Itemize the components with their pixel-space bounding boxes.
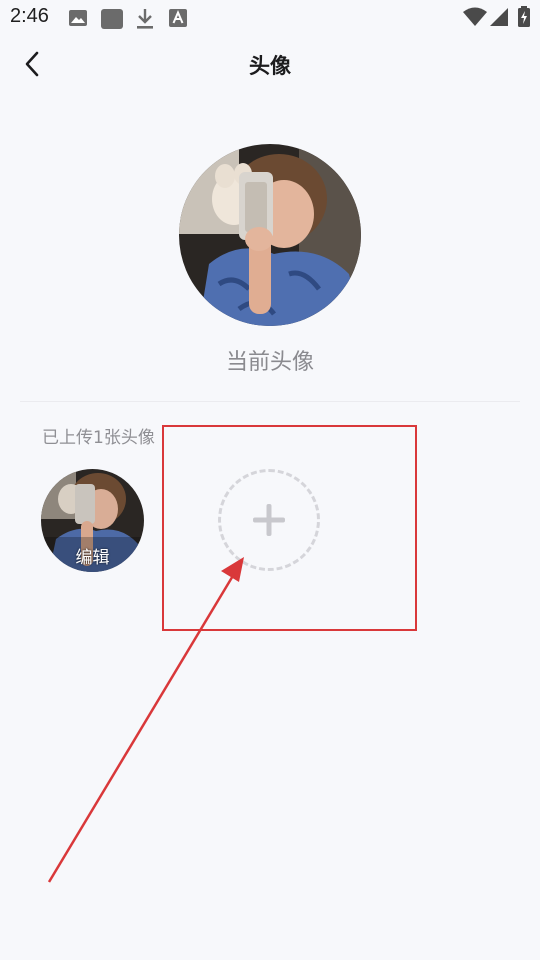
signal-icon — [490, 8, 508, 26]
download-icon — [137, 9, 153, 29]
avatar-page: 2:46 头像 当前头像 已上传1张头像 编辑 — [0, 0, 540, 960]
current-avatar-image — [179, 144, 361, 326]
add-avatar-button[interactable] — [218, 469, 320, 571]
edit-label: 编辑 — [75, 548, 110, 568]
current-avatar-label: 当前头像 — [225, 350, 314, 375]
uploaded-avatar-thumbnail[interactable]: 编辑 — [41, 469, 144, 572]
status-bar: 2:46 — [0, 0, 540, 36]
status-time: 2:46 — [10, 5, 49, 27]
plus-icon — [253, 504, 285, 536]
image-icon — [69, 10, 87, 26]
font-a-icon — [169, 9, 187, 27]
section-divider — [20, 401, 520, 402]
battery-charging-icon — [518, 6, 530, 27]
square-app-icon — [101, 9, 123, 29]
header-bar: 头像 — [0, 36, 540, 94]
page-title: 头像 — [249, 54, 291, 78]
wifi-icon — [463, 7, 487, 26]
uploaded-count-text: 已上传1张头像 — [42, 428, 155, 448]
